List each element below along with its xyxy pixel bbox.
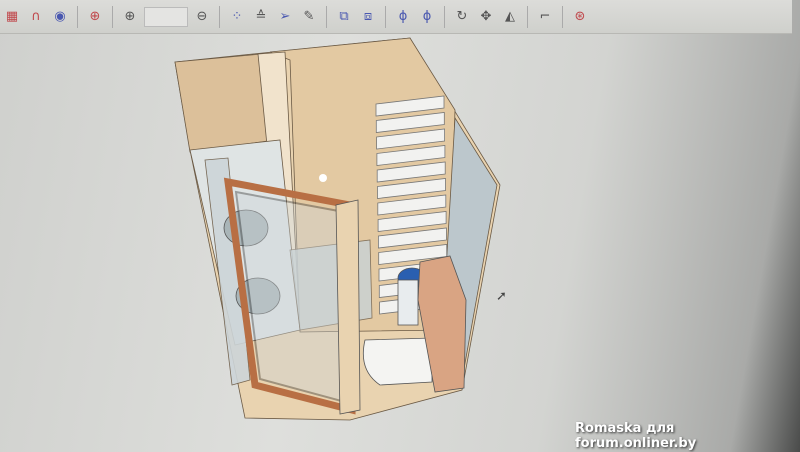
zoom-out-icon[interactable]: ⊖ [192,7,212,27]
separator [219,5,220,28]
rotate-y-icon[interactable]: ɸ [417,7,437,27]
profile-icon[interactable]: ⌐ [535,7,555,27]
watermark: Romaska для forum.onliner.by [575,421,697,451]
move-icon[interactable]: ✥ [476,7,496,27]
separator [112,5,113,28]
group-icon[interactable]: ⧉ [334,7,354,27]
door-post [335,199,361,415]
rotate-x-icon[interactable]: ɸ [393,7,413,27]
toolbar: ▦ ∩ ◉ ⊕ ⊕ ⊖ ⁘ ≙ ➢ ✎ ⧉ ⧈ ɸ ɸ ↻ ✥ ◭ ⌐ ⊛ [0,0,792,34]
rotate-icon[interactable]: ↻ [452,7,472,27]
toilet [362,337,433,386]
separator [527,5,528,28]
vertical-scrollbar[interactable] [772,34,780,452]
separator [326,5,327,28]
snap-icon[interactable]: ◉ [50,7,70,27]
light-source [319,174,327,182]
bowl-base [397,279,419,326]
separator [385,5,386,28]
help-icon[interactable]: ⊛ [570,7,590,27]
ungroup-icon[interactable]: ⧈ [358,7,378,27]
zoom-select[interactable] [144,6,188,27]
elevate-icon[interactable]: ≙ [251,7,271,27]
3d-viewport[interactable] [0,34,780,452]
select-all-icon[interactable]: ⁘ [227,7,247,27]
pencil-icon[interactable]: ✎ [299,7,319,27]
separator [77,5,78,28]
mouse-cursor-icon: ➚ [496,289,507,304]
separator [444,5,445,28]
target-icon[interactable]: ⊕ [85,7,105,27]
separator [562,5,563,28]
grid-icon[interactable]: ▦ [2,7,22,27]
zoom-in-icon[interactable]: ⊕ [120,7,140,27]
magnet-icon[interactable]: ∩ [26,7,46,27]
select-arrow-icon[interactable]: ➢ [275,7,295,27]
mirror-icon[interactable]: ◭ [500,7,520,27]
